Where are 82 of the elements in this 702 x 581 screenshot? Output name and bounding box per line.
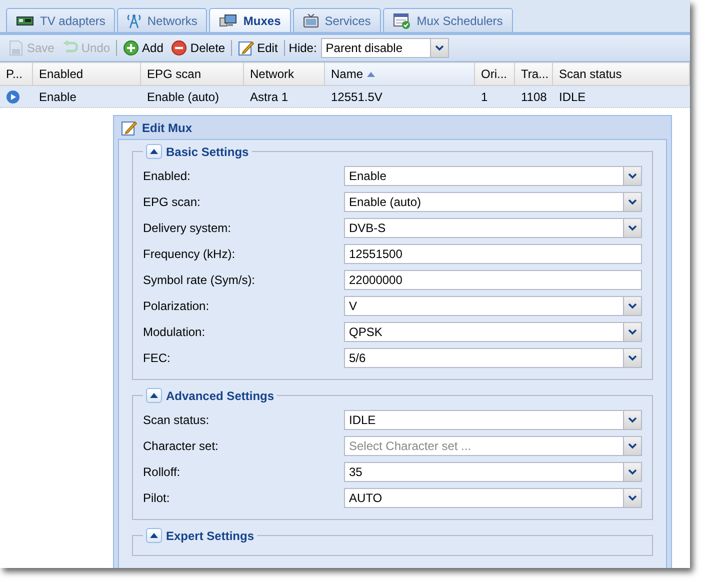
- field-label: Polarization:: [143, 299, 210, 313]
- table-cell: Enable: [39, 90, 76, 104]
- group-title: Basic Settings: [166, 144, 249, 158]
- hide-dropdown[interactable]: Parent disable: [320, 38, 449, 58]
- edit-icon: [121, 120, 137, 136]
- save-icon: [8, 40, 24, 56]
- column-header[interactable]: Enabled: [33, 63, 141, 85]
- tab[interactable]: Muxes: [209, 8, 291, 32]
- collapse-button[interactable]: [146, 528, 162, 543]
- table-cell: Astra 1: [250, 90, 288, 104]
- caret-icon: [628, 173, 637, 179]
- tv-icon: [302, 14, 319, 28]
- field-label: Enabled:: [143, 169, 190, 183]
- select-field[interactable]: DVB-S: [344, 218, 642, 238]
- field-label: EPG scan:: [143, 195, 200, 209]
- column-header[interactable]: Tra...: [515, 63, 553, 85]
- column-header[interactable]: Ori...: [475, 63, 515, 85]
- column-header[interactable]: Scan status: [553, 63, 690, 85]
- field-label: Scan status:: [143, 413, 210, 427]
- field-label: Frequency (kHz):: [143, 247, 236, 261]
- table-cell: Enable (auto): [147, 90, 220, 104]
- select-field[interactable]: Enable (auto): [344, 192, 642, 212]
- select-field[interactable]: QPSK: [344, 322, 642, 342]
- input-field[interactable]: 22000000: [344, 270, 642, 290]
- select-field[interactable]: 35: [344, 462, 642, 482]
- collapse-button[interactable]: [146, 144, 162, 159]
- select-field[interactable]: IDLE: [344, 410, 642, 430]
- field-label: Pilot:: [143, 491, 170, 505]
- delete-icon: [171, 40, 188, 56]
- field-label: Modulation:: [143, 325, 206, 339]
- play-icon[interactable]: [6, 90, 20, 104]
- table-cell: 1: [481, 90, 488, 104]
- sort-ascending-icon: [367, 72, 376, 76]
- collapse-icon: [150, 393, 158, 398]
- monitor-icon: [219, 14, 238, 28]
- tab[interactable]: Networks: [117, 8, 208, 32]
- select-field[interactable]: AUTO: [344, 488, 642, 508]
- caret-icon: [628, 329, 637, 335]
- column-header[interactable]: P...: [0, 63, 33, 85]
- field-label: Symbol rate (Sym/s):: [143, 273, 256, 287]
- caret-icon: [628, 303, 637, 309]
- tab[interactable]: TV adapters: [6, 8, 116, 32]
- antenna-icon: [127, 12, 142, 28]
- caret-icon: [434, 45, 444, 51]
- column-header[interactable]: Name: [325, 63, 475, 85]
- select-field[interactable]: 5/6: [344, 348, 642, 368]
- field-label: Character set:: [143, 439, 218, 453]
- caret-icon: [628, 495, 637, 501]
- collapse-icon: [150, 149, 158, 154]
- caret-icon: [628, 469, 637, 475]
- edit-icon: [238, 40, 254, 56]
- table-row[interactable]: Enable Enable (auto) Astra 1 12551.5V 1 1108 IDLE: [0, 86, 690, 108]
- input-field[interactable]: 12551500: [344, 244, 642, 264]
- caret-icon: [628, 417, 637, 423]
- dialog-title: Edit Mux: [142, 120, 192, 134]
- group-title: Advanced Settings: [166, 388, 274, 402]
- hide-label: Hide:: [288, 41, 317, 55]
- caret-icon: [628, 443, 637, 449]
- caret-icon: [628, 199, 637, 205]
- table-cell: 1108: [521, 90, 547, 104]
- add-icon: [123, 40, 140, 56]
- tab[interactable]: Mux Schedulers: [382, 8, 513, 32]
- table-cell: 12551.5V: [331, 90, 382, 104]
- field-label: Rolloff:: [143, 465, 180, 479]
- caret-icon: [628, 225, 637, 231]
- column-header[interactable]: EPG scan: [141, 63, 244, 85]
- tab[interactable]: Services: [292, 8, 381, 32]
- select-field[interactable]: Enable: [344, 166, 642, 186]
- select-field[interactable]: Select Character set ...: [344, 436, 642, 456]
- collapse-icon: [150, 533, 158, 538]
- field-label: Delivery system:: [143, 221, 232, 235]
- group-title: Expert Settings: [166, 528, 254, 542]
- field-label: FEC:: [143, 351, 170, 365]
- calendar-icon: [392, 12, 411, 28]
- table-cell: IDLE: [559, 90, 586, 104]
- caret-icon: [628, 355, 637, 361]
- toolbar-button[interactable]: Delete: [169, 40, 228, 56]
- select-field[interactable]: V: [344, 296, 642, 316]
- card-icon: [16, 14, 34, 26]
- toolbar-button[interactable]: Edit: [236, 40, 280, 56]
- toolbar-button[interactable]: Add: [121, 40, 166, 56]
- collapse-button[interactable]: [146, 388, 162, 403]
